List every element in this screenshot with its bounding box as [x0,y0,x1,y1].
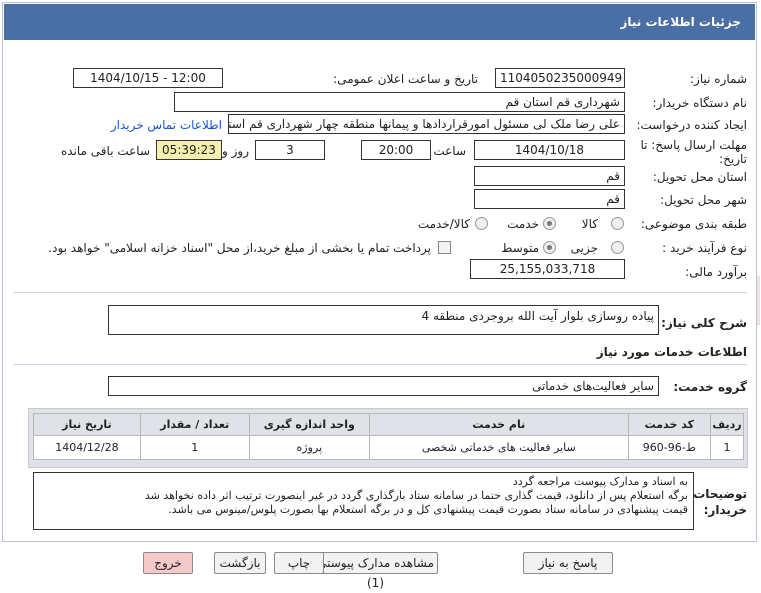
delivery-province-field[interactable]: قم [474,166,625,186]
category-label: طبقه بندی موضوعی: [640,217,747,231]
buyer-org-field[interactable]: شهرداری قم استان قم [174,92,625,112]
cell-quantity: 1 [139,435,250,460]
category-option-goods: کالا [581,217,598,231]
summary-label: شرح کلی نیاز: [661,316,747,330]
cell-row: 1 [709,435,745,460]
col-need-date: تاریخ نیاز [33,413,141,436]
back-button[interactable]: بازگشت [214,552,266,574]
col-quantity: تعداد / مقدار [139,413,250,436]
treasury-payment-checkbox[interactable] [438,241,451,254]
buyer-notes-label-2: خریدار: [703,503,747,517]
estimate-label: برآورد مالی: [685,265,747,279]
buyer-notes-line: قیمت پیشنهادی در سامانه ستاد بصورت قیمت … [168,503,688,516]
process-radio-minor[interactable] [611,241,624,254]
contact-buyer-link[interactable]: اطلاعات تماس خریدار [111,118,222,132]
process-radio-medium[interactable] [543,241,556,254]
treasury-payment-note: پرداخت تمام یا بخشی از مبلغ خرید،از محل … [48,241,431,255]
announce-label: تاریخ و ساعت اعلان عمومی: [333,72,478,86]
col-unit: واحد اندازه گیری [248,413,370,436]
delivery-city-field[interactable]: قم [474,189,625,209]
category-option-service: خدمت [507,217,539,231]
col-service-code: کد خدمت [627,413,711,436]
services-header: اطلاعات خدمات مورد نیاز [596,345,747,359]
service-group-field[interactable]: سایر فعالیت‌های خدماتی [108,376,659,396]
process-label: نوع فرآیند خرید : [662,241,747,255]
deadline-label-date: تاریخ: [719,152,747,166]
cell-service-code: ط-96-960 [627,435,711,460]
service-group-label: گروه خدمت: [673,380,747,394]
buyer-org-label: نام دستگاه خریدار: [652,96,748,110]
remaining-label: ساعت باقی مانده [60,144,150,158]
process-option-medium: متوسط [501,241,539,255]
delivery-province-label: استان محل تحویل: [652,170,747,184]
buyer-notes-line: به اسناد و مدارک پیوست مراجعه گردد [512,475,688,488]
reply-button[interactable]: پاسخ به نیاز [523,552,613,574]
need-number-field[interactable]: 1104050235000949 [495,68,625,88]
col-service-name: نام خدمت [368,413,629,436]
separator [14,364,747,365]
category-radio-goods[interactable] [611,217,624,230]
panel-title: جزئیات اطلاعات نیاز [4,4,755,40]
category-option-goods-service: کالا/خدمت [417,217,470,231]
process-option-minor: جزیی [570,241,598,255]
cell-service-name: سایر فعالیت های خدماتی شخصی [368,435,629,460]
delivery-city-label: شهر محل تحویل: [660,193,747,207]
buyer-notes-label: توضیحات [693,487,747,501]
buyer-notes-line: برگه استعلام پس از دانلود، قیمت گذاری حت… [144,489,688,502]
requester-field[interactable]: علی رضا ملک لی مسئول امورقراردادها و پیم… [228,114,625,134]
remaining-time-field: 05:39:23 [156,140,222,160]
services-table: ردیف کد خدمت نام خدمت واحد اندازه گیری ت… [33,413,745,460]
deadline-time-field[interactable]: 20:00 [361,140,431,160]
table-row: 1 ط-96-960 سایر فعالیت های خدماتی شخصی پ… [33,435,745,460]
announce-field[interactable]: 1404/10/15 - 12:00 [73,68,223,88]
deadline-label: مهلت ارسال پاسخ: تا [640,138,747,152]
print-button[interactable]: چاپ [274,552,324,574]
days-label: روز و [222,144,249,158]
estimate-field[interactable]: 25,155,033,718 [470,259,625,279]
need-number-label: شماره نیاز: [690,72,747,86]
days-field[interactable]: 3 [255,140,325,160]
separator [14,292,747,293]
deadline-date-field[interactable]: 1404/10/18 [474,140,625,160]
requester-label: ایجاد کننده درخواست: [636,118,747,132]
attachments-button[interactable]: مشاهده مدارک پیوستی (1) [313,552,438,590]
col-row: ردیف [709,413,745,436]
cell-unit: پروژه [248,435,370,460]
buyer-notes-field[interactable]: به اسناد و مدارک پیوست مراجعه گردد برگه … [33,472,694,530]
summary-field[interactable]: پیاده روسازی بلوار آیت الله بروجردی منطق… [108,305,659,335]
cell-need-date: 1404/12/28 [33,435,141,460]
category-radio-goods-service[interactable] [475,217,488,230]
exit-button[interactable]: خروج [143,552,193,574]
deadline-time-label: ساعت [433,144,466,158]
category-radio-service[interactable] [543,217,556,230]
